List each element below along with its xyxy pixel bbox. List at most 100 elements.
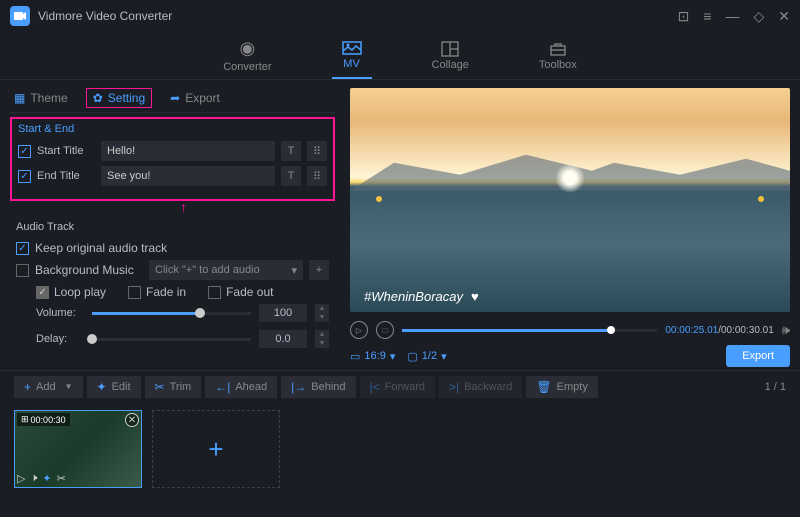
add-button[interactable]: +Add▼	[14, 376, 83, 398]
ahead-icon: ←|	[215, 380, 230, 394]
audio-track-section: Audio Track ✓ Keep original audio track …	[10, 215, 335, 348]
volume-value[interactable]: 100	[259, 304, 307, 322]
clip-toolbar: +Add▼ ✦Edit ✂Trim ←|Ahead |→Behind |<For…	[0, 370, 800, 402]
tab-theme[interactable]: ▦ Theme	[14, 88, 68, 108]
ahead-button[interactable]: ←|Ahead	[205, 376, 277, 398]
backward-button[interactable]: >|Backward	[439, 376, 522, 398]
forward-icon: |<	[370, 380, 380, 394]
fadeout-checkbox[interactable]: ✓	[208, 286, 221, 299]
gear-icon: ✿	[93, 91, 103, 105]
bgm-label: Background Music	[35, 263, 143, 277]
delay-value[interactable]: 0.0	[259, 330, 307, 348]
export-icon: ➦	[170, 91, 180, 105]
backward-icon: >|	[449, 380, 459, 394]
toolbox-icon	[549, 41, 567, 57]
play-button[interactable]: ▷	[350, 321, 368, 339]
progress-slider[interactable]	[402, 329, 657, 332]
start-title-label: Start Title	[37, 145, 95, 157]
edit-button[interactable]: ✦Edit	[87, 376, 141, 398]
bgm-select[interactable]: Click "+" to add audio▾	[149, 260, 303, 280]
maximize-icon[interactable]: ◇	[753, 8, 764, 25]
chevron-down-icon: ▾	[441, 350, 447, 363]
fadein-checkbox[interactable]: ✓	[128, 286, 141, 299]
add-clip-button[interactable]: +	[152, 410, 280, 488]
clip-play-icon[interactable]: ▷	[17, 472, 25, 485]
trash-icon: 🗑	[536, 380, 551, 394]
chevron-down-icon: ▾	[291, 264, 297, 277]
settings-panel: ▦ Theme ✿ Setting ➦ Export Start & End ✓…	[0, 80, 345, 370]
end-title-input[interactable]	[101, 166, 275, 186]
plus-icon: +	[24, 380, 31, 394]
film-icon: ⊞	[21, 414, 29, 425]
wand-icon: ✦	[97, 380, 107, 394]
behind-icon: |→	[291, 380, 306, 394]
add-audio-button[interactable]: +	[309, 260, 329, 280]
export-button[interactable]: Export	[726, 345, 790, 367]
bgm-checkbox[interactable]: ✓	[16, 264, 29, 277]
menu-icon[interactable]: ≡	[703, 8, 711, 25]
delay-slider[interactable]	[92, 338, 251, 341]
clip-trim-icon[interactable]: ✂	[57, 472, 66, 485]
minimize-icon[interactable]: ―	[725, 8, 739, 25]
stop-button[interactable]: □	[376, 321, 394, 339]
nav-converter[interactable]: ◉ Converter	[213, 32, 281, 79]
end-title-color-button[interactable]: ⠿	[307, 166, 327, 186]
start-title-font-button[interactable]: T	[281, 141, 301, 161]
end-title-checkbox[interactable]: ✓	[18, 170, 31, 183]
video-preview[interactable]: #WheninBoracay ♥	[350, 88, 790, 312]
start-title-checkbox[interactable]: ✓	[18, 145, 31, 158]
tab-setting[interactable]: ✿ Setting	[86, 88, 152, 108]
crop-handle-icon[interactable]	[376, 196, 382, 202]
time-display: 00:00:25.01/00:00:30.01	[665, 325, 773, 336]
zoom-icon: ▢	[407, 350, 417, 363]
start-end-title: Start & End	[18, 123, 327, 135]
theme-icon: ▦	[14, 91, 25, 105]
delay-down-button[interactable]: ▼	[315, 339, 329, 348]
keep-audio-checkbox[interactable]: ✓	[16, 242, 29, 255]
end-title-font-button[interactable]: T	[281, 166, 301, 186]
heart-icon: ♥	[471, 289, 479, 304]
scissors-icon: ✂	[155, 380, 165, 394]
feedback-icon[interactable]: ⊡	[678, 8, 690, 25]
delay-up-button[interactable]: ▲	[315, 330, 329, 339]
nav-toolbox[interactable]: Toolbox	[529, 32, 587, 79]
volume-down-button[interactable]: ▼	[315, 313, 329, 322]
crop-handle-icon[interactable]	[758, 196, 764, 202]
volume-slider[interactable]	[92, 312, 251, 315]
zoom-select[interactable]: ▢1/2▾	[407, 350, 446, 363]
delay-label: Delay:	[36, 333, 84, 345]
clip-tray: ⊞00:00:30 ✕ ▷ 🕨 ✦ ✂ +	[0, 402, 800, 497]
close-icon[interactable]: ✕	[778, 8, 790, 25]
aspect-ratio-select[interactable]: ▭16:9▾	[350, 350, 395, 363]
behind-button[interactable]: |→Behind	[281, 376, 355, 398]
overlay-text: #WheninBoracay ♥	[364, 289, 479, 304]
app-logo-icon	[10, 6, 30, 26]
volume-up-button[interactable]: ▲	[315, 304, 329, 313]
end-title-label: End Title	[37, 170, 95, 182]
annotation-arrow-icon: ↑	[180, 199, 335, 215]
chevron-down-icon: ▼	[65, 382, 73, 391]
converter-icon: ◉	[240, 38, 256, 59]
nav-collage[interactable]: Collage	[422, 32, 479, 79]
mv-icon	[342, 40, 362, 56]
clip-mute-icon[interactable]: 🕨	[30, 472, 37, 485]
nav-mv[interactable]: MV	[332, 32, 372, 79]
tab-export[interactable]: ➦ Export	[170, 88, 220, 108]
start-title-input[interactable]	[101, 141, 275, 161]
forward-button[interactable]: |<Forward	[360, 376, 435, 398]
loop-checkbox[interactable]: ✓	[36, 286, 49, 299]
collage-icon	[441, 41, 459, 57]
volume-icon[interactable]: 🕪	[782, 322, 790, 338]
empty-button[interactable]: 🗑Empty	[526, 376, 597, 398]
aspect-icon: ▭	[350, 350, 360, 363]
app-title: Vidmore Video Converter	[38, 9, 678, 23]
volume-label: Volume:	[36, 307, 84, 319]
clip-remove-button[interactable]: ✕	[125, 413, 139, 427]
clip-effect-icon[interactable]: ✦	[42, 472, 51, 485]
title-bar: Vidmore Video Converter ⊡ ≡ ― ◇ ✕	[0, 0, 800, 32]
clip-thumbnail[interactable]: ⊞00:00:30 ✕ ▷ 🕨 ✦ ✂	[14, 410, 142, 488]
trim-button[interactable]: ✂Trim	[145, 376, 202, 398]
start-end-section: Start & End ✓ Start Title T ⠿ ✓ End Titl…	[10, 117, 335, 201]
preview-panel: #WheninBoracay ♥ ▷ □ 00:00:25.01/00:00:3…	[345, 80, 800, 370]
start-title-color-button[interactable]: ⠿	[307, 141, 327, 161]
